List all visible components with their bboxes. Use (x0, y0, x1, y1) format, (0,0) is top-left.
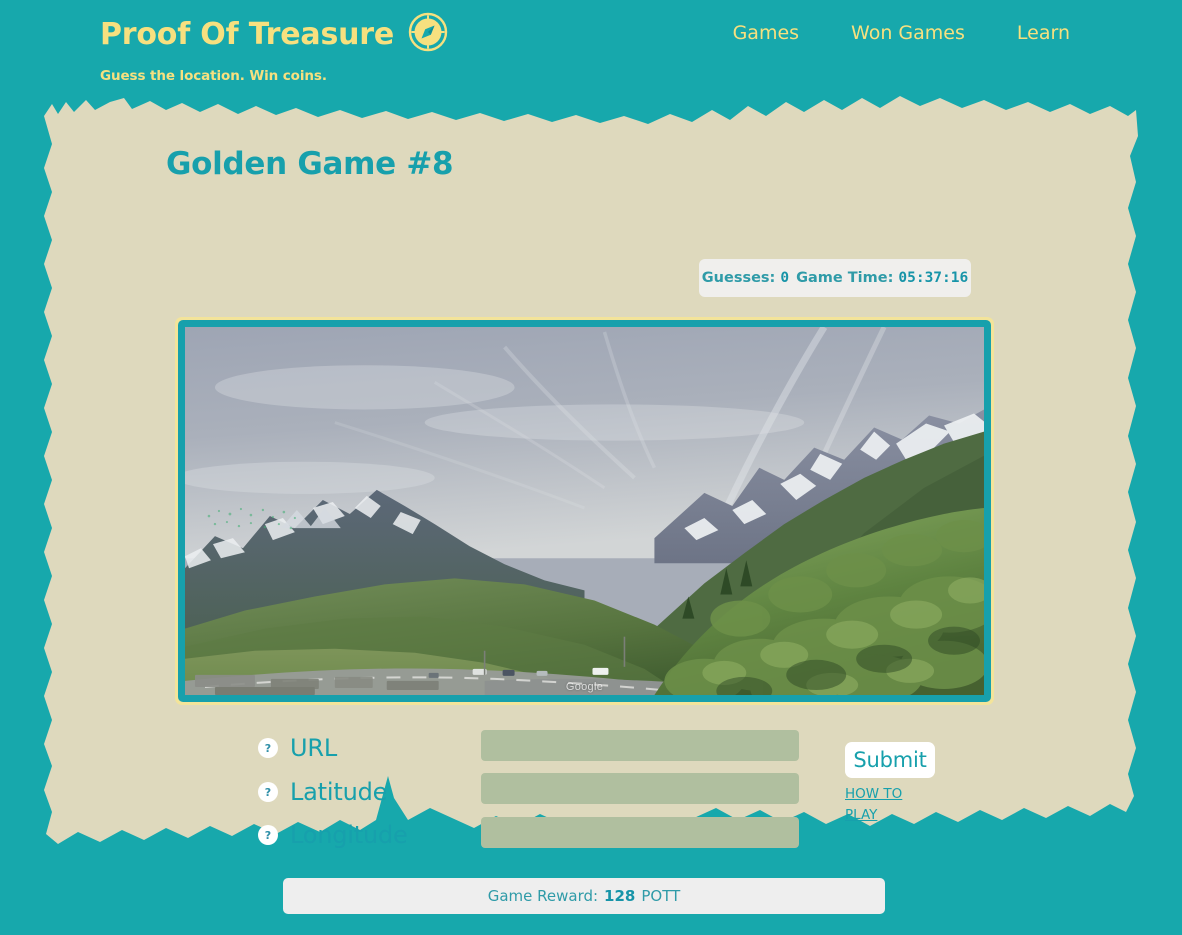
latitude-input[interactable] (481, 773, 799, 804)
game-time-value: 05:37:16 (898, 270, 969, 286)
label-latitude: Latitude (290, 778, 388, 806)
nav-link-games[interactable]: Games (733, 22, 799, 44)
game-time-stat: Game Time: 05:37:16 (796, 270, 968, 286)
page-title: Golden Game #8 (166, 146, 454, 182)
streetview-frame: Google (175, 317, 994, 705)
nav-link-learn[interactable]: Learn (1017, 22, 1070, 44)
field-row-latitude: ? Latitude (258, 778, 387, 806)
reward-amount: 128 (604, 887, 636, 905)
compass-icon (408, 12, 448, 57)
help-icon-url[interactable]: ? (258, 738, 278, 758)
streetview-border: Google (178, 320, 991, 702)
reward-label: Game Reward: (487, 887, 599, 905)
reward-unit: POTT (641, 887, 681, 905)
field-row-longitude: ? Longitude (258, 821, 408, 849)
help-icon-latitude[interactable]: ? (258, 782, 278, 802)
torn-paper-panel: Golden Game #8 Guesses: 0 Game Time: 05:… (0, 96, 1182, 856)
game-stats-bar: Guesses: 0 Game Time: 05:37:16 (699, 259, 971, 297)
url-input[interactable] (481, 730, 799, 761)
brand: Proof Of Treasure Guess the location. Wi… (100, 12, 448, 84)
label-url: URL (290, 734, 338, 762)
field-row-url: ? URL (258, 734, 337, 762)
nav-link-won-games[interactable]: Won Games (851, 22, 965, 44)
guesses-label: Guesses: (701, 270, 776, 286)
brand-title: Proof Of Treasure (100, 16, 395, 52)
label-longitude: Longitude (290, 821, 408, 849)
site-header: Proof Of Treasure Guess the location. Wi… (0, 0, 1182, 96)
help-icon-longitude[interactable]: ? (258, 825, 278, 845)
guesses-stat: Guesses: 0 (702, 270, 789, 286)
main-nav: Games Won Games Learn (733, 22, 1070, 44)
landscape-illustration (185, 327, 984, 695)
streetview-image[interactable]: Google (185, 327, 984, 695)
guesses-value: 0 (780, 270, 790, 286)
submit-button[interactable]: Submit (845, 742, 935, 778)
how-to-play-link[interactable]: HOW TO PLAY (845, 784, 923, 826)
brand-tagline: Guess the location. Win coins. (100, 68, 327, 84)
game-reward-bar: Game Reward: 128 POTT (283, 878, 885, 914)
game-time-label: Game Time: (796, 270, 894, 286)
longitude-input[interactable] (481, 817, 799, 848)
